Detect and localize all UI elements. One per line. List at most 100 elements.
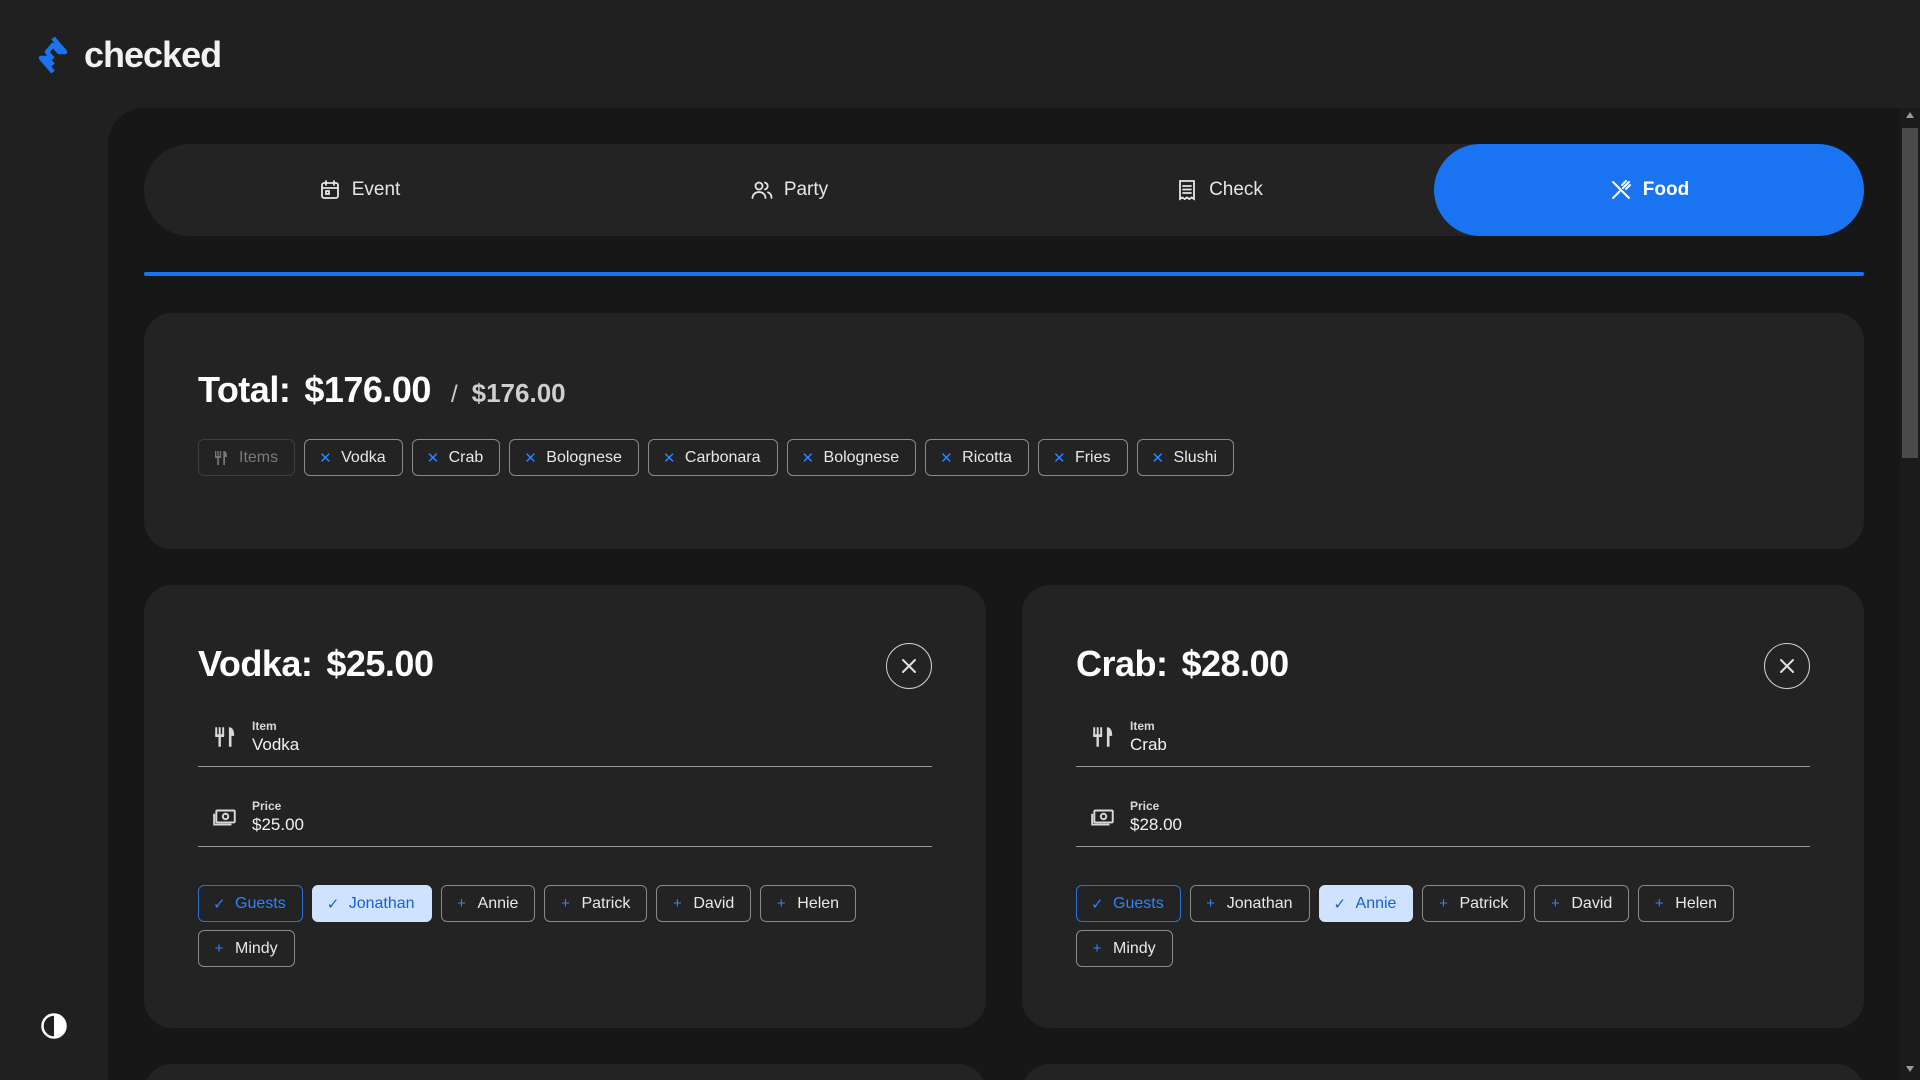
- guest-chip[interactable]: + Helen: [1638, 885, 1735, 922]
- close-icon: [902, 659, 916, 673]
- total-summary-card: Total: $176.00 / $176.00 Items ✕ Vodka ✕ C…: [144, 313, 1864, 549]
- guests-toggle-chip[interactable]: ✓ Guests: [198, 885, 303, 922]
- item-chip[interactable]: ✕ Bolognese: [786, 439, 917, 476]
- guest-chip[interactable]: + David: [656, 885, 752, 922]
- item-chip[interactable]: ✕ Ricotta: [925, 439, 1029, 476]
- plus-icon: +: [1654, 895, 1664, 912]
- total-amount: $176.00: [304, 369, 431, 410]
- tab-check[interactable]: Check: [1004, 144, 1434, 236]
- remove-icon: ✕: [319, 449, 332, 467]
- guest-chip[interactable]: + Patrick: [1422, 885, 1526, 922]
- scroll-up-arrow-icon[interactable]: [1906, 112, 1914, 118]
- scrollbar-thumb[interactable]: [1902, 128, 1918, 458]
- guest-chip-list: ✓ Guests ✓ Jonathan + Annie + Patrick + David…: [198, 885, 932, 967]
- tab-label: Party: [783, 179, 829, 200]
- remove-icon: ✕: [662, 449, 676, 467]
- item-chip[interactable]: ✕ Fries: [1037, 439, 1128, 476]
- item-chip-label: Carbonara: [684, 448, 761, 466]
- card-item-name: Crab:: [1076, 643, 1168, 684]
- tab-label: Check: [1209, 179, 1263, 200]
- guest-chip-selected[interactable]: ✓ Jonathan: [311, 885, 432, 922]
- item-chip-label: Slushi: [1173, 448, 1218, 466]
- item-field-label: Item: [252, 718, 277, 733]
- tab-label: Food: [1642, 179, 1690, 200]
- app-name: checked: [84, 34, 222, 75]
- item-name-field[interactable]: Item Vodka: [198, 707, 932, 767]
- item-name-field[interactable]: Item Crab: [1076, 707, 1810, 767]
- theme-toggle-icon[interactable]: [40, 1012, 68, 1040]
- item-chip-label: Fries: [1074, 448, 1111, 466]
- guest-chip[interactable]: + Mindy: [1076, 930, 1173, 967]
- item-chip[interactable]: ✕ Crab: [411, 439, 501, 476]
- guest-chip[interactable]: + Patrick: [544, 885, 648, 922]
- item-chip-label: Ricotta: [962, 448, 1012, 466]
- guest-chip[interactable]: + Annie: [440, 885, 536, 922]
- price-field[interactable]: Price $28.00: [1076, 787, 1810, 847]
- remove-icon: ✕: [1052, 449, 1066, 467]
- guests-toggle-chip[interactable]: ✓ Guests: [1076, 885, 1181, 922]
- remove-icon: ✕: [1151, 449, 1165, 467]
- guest-name: Helen: [1675, 894, 1718, 912]
- step-tabs: Event Party Check Food: [144, 144, 1864, 236]
- scroll-down-arrow-icon[interactable]: [1906, 1066, 1914, 1072]
- item-card-crab: Crab: $28.00 Item Crab Price $28.00 ✓ Gu…: [1022, 585, 1864, 1028]
- check-icon: ✓: [326, 895, 340, 913]
- cash-icon: [213, 809, 236, 826]
- remove-item-button[interactable]: [886, 643, 932, 689]
- remove-icon: ✕: [426, 449, 440, 467]
- item-chip[interactable]: ✕ Carbonara: [647, 439, 778, 476]
- users-icon: [751, 181, 773, 199]
- items-chip-list: Items ✕ Vodka ✕ Crab ✕ Bolognese ✕ Carbonara…: [198, 439, 1810, 476]
- price-field[interactable]: Price $25.00: [198, 787, 932, 847]
- item-chip[interactable]: ✕ Vodka: [304, 439, 403, 476]
- plus-icon: +: [457, 895, 466, 912]
- guest-name: Mindy: [235, 939, 278, 957]
- remove-item-button[interactable]: [1764, 643, 1810, 689]
- item-chip-label: Bolognese: [546, 448, 622, 466]
- calendar-icon: [320, 180, 339, 199]
- price-field-value: $25.00: [252, 814, 304, 834]
- card-item-price: $28.00: [1181, 643, 1290, 684]
- guest-name: Annie: [477, 894, 519, 912]
- plus-icon: +: [1550, 895, 1560, 912]
- plus-icon: +: [776, 895, 786, 912]
- guest-name: Mindy: [1113, 939, 1156, 957]
- item-chip[interactable]: ✕ Bolognese: [509, 439, 639, 476]
- guest-chip[interactable]: + Helen: [760, 885, 857, 922]
- plus-icon: +: [214, 940, 224, 957]
- card-title: Vodka: $25.00: [198, 643, 932, 685]
- guest-chip-selected[interactable]: ✓ Annie: [1318, 885, 1414, 922]
- remove-icon: ✕: [801, 449, 815, 467]
- app-logo[interactable]: checked: [38, 34, 222, 76]
- guest-name: Helen: [797, 894, 840, 912]
- utensils-icon: [1093, 726, 1113, 747]
- item-chip-label: Bolognese: [823, 448, 900, 466]
- guest-name: David: [1571, 894, 1613, 912]
- utensils-crossed-icon: [1611, 180, 1631, 199]
- close-icon: [1780, 659, 1794, 673]
- plus-icon: +: [1206, 895, 1216, 912]
- guest-chip[interactable]: + Jonathan: [1189, 885, 1310, 922]
- utensils-icon: [215, 450, 227, 465]
- item-chip-label: Vodka: [341, 448, 386, 466]
- item-card-partial: [1022, 1064, 1864, 1080]
- progress-bar-fill: [144, 272, 1864, 276]
- item-field-value: Vodka: [252, 734, 300, 754]
- check-icon: ✓: [213, 895, 226, 913]
- item-chip[interactable]: ✕ Slushi: [1136, 439, 1235, 476]
- check-icon: ✓: [1091, 895, 1104, 913]
- guest-name: Annie: [1355, 894, 1397, 912]
- tab-food[interactable]: Food: [1434, 144, 1864, 236]
- guest-name: David: [693, 894, 735, 912]
- tab-event[interactable]: Event: [144, 144, 574, 236]
- tab-party[interactable]: Party: [574, 144, 1004, 236]
- guest-chip-list: ✓ Guests + Jonathan ✓ Annie + Patrick + David…: [1076, 885, 1810, 967]
- price-field-label: Price: [1130, 798, 1160, 813]
- plus-icon: +: [1439, 895, 1448, 912]
- item-chip-label: Crab: [448, 448, 484, 466]
- logo-icon: [38, 36, 68, 74]
- guest-chip[interactable]: + David: [1534, 885, 1630, 922]
- item-card-vodka: Vodka: $25.00 Item Vodka Price $25.00 ✓ …: [144, 585, 986, 1028]
- plus-icon: +: [672, 895, 682, 912]
- guest-chip[interactable]: + Mindy: [198, 930, 295, 967]
